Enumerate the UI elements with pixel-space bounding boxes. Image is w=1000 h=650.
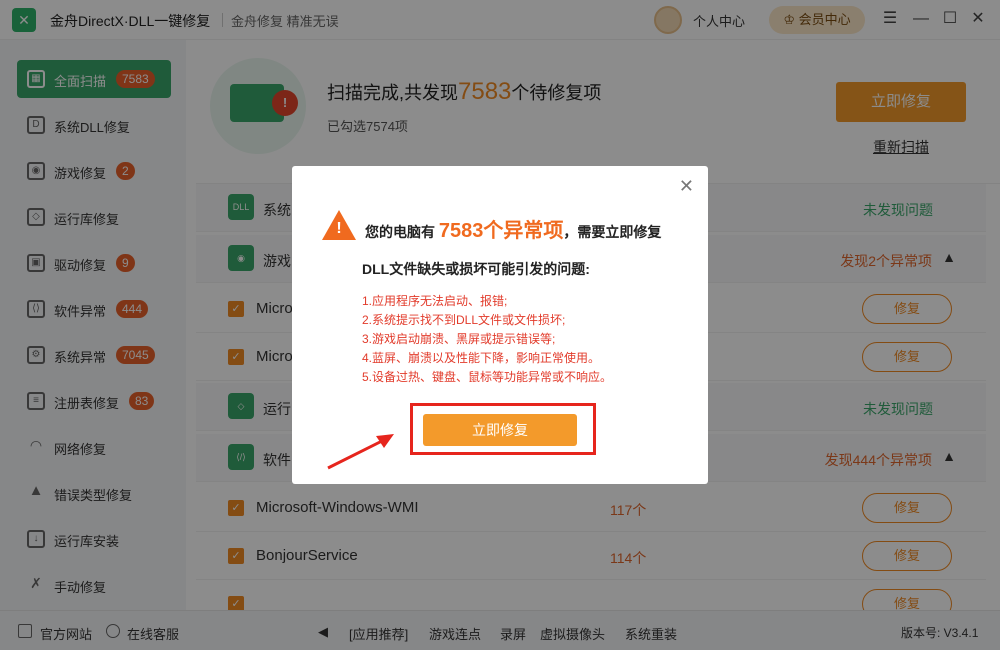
issue-item: 5.设备过热、键盘、鼠标等功能异常或不响应。 (362, 370, 613, 384)
close-icon[interactable]: ✕ (679, 176, 694, 197)
dialog-headline: 您的电脑有 7583个异常项，需要立即修复 (365, 214, 661, 243)
dialog-fix-now-button[interactable]: 立即修复 (423, 414, 577, 446)
headline-suffix: ，需要立即修复 (563, 224, 662, 240)
issue-item: 3.游戏启动崩溃、黑屏或提示错误等; (362, 332, 556, 346)
annotation-arrow-icon (327, 434, 394, 470)
issue-item: 4.蓝屏、崩溃以及性能下降，影响正常使用。 (362, 351, 601, 365)
warning-mark: ! (336, 220, 342, 237)
issue-list-text: 1.应用程序无法启动、报错; 2.系统提示找不到DLL文件或文件损坏; 3.游戏… (362, 292, 612, 387)
issue-item: 1.应用程序无法启动、报错; (362, 294, 508, 308)
headline-prefix: 您的电脑有 (365, 224, 435, 240)
headline-count: 7583个异常项 (438, 220, 564, 242)
dialog-subtitle: DLL文件缺失或损坏可能引发的问题: (362, 261, 590, 277)
issue-item: 2.系统提示找不到DLL文件或文件损坏; (362, 313, 566, 327)
